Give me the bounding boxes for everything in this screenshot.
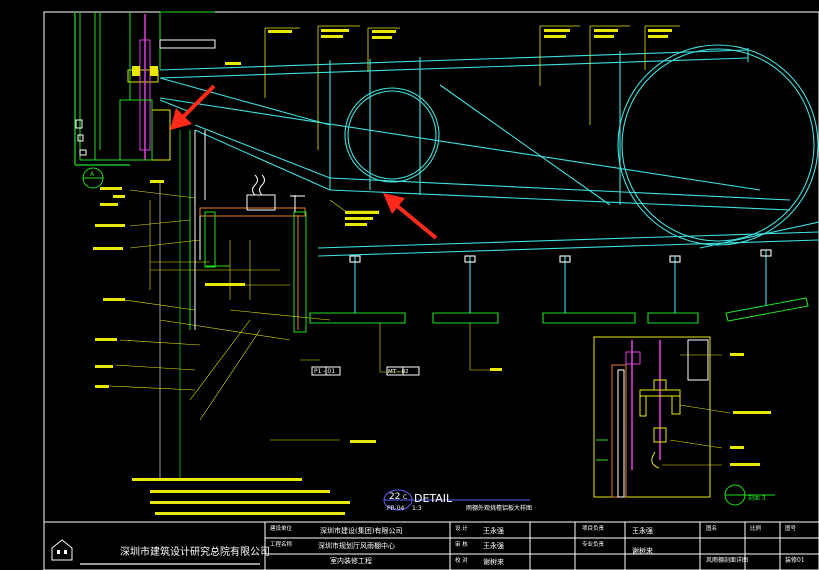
axis-marker-left: A (82, 167, 104, 189)
marker-mt-label: MT - 02 (388, 369, 409, 375)
label-drawing-title: 图名 (706, 524, 717, 532)
detail-title-text: DETAIL (414, 492, 453, 505)
title-block: 深圳市建筑设计研究总院有限公司 建设单位 深圳市建设(集团)有限公司 工程名称 … (44, 521, 819, 570)
detail-description: 雨棚外观挑檐铝板大样图 (466, 504, 532, 512)
red-arrow-lower (383, 193, 438, 240)
manager: 谢树来 (632, 546, 653, 555)
general-notes (132, 478, 350, 515)
label-design: 设 计 (455, 524, 468, 532)
roof-truss (159, 44, 819, 257)
detail-scale: 1:3 (412, 505, 422, 512)
marker-mt: MT - 02 (386, 366, 420, 376)
section-mark: 剖面 3 (724, 484, 775, 506)
cad-drawing: A P1 - 01 MT - 02 剖面 3 22 C DETAIL PR-04… (43, 11, 819, 570)
marker-note (490, 368, 502, 371)
detail-number: 22 (389, 492, 400, 502)
leader-canopy-note (329, 199, 380, 212)
ceiling-panels (309, 249, 809, 324)
annotation-text-top (225, 29, 672, 65)
label-client: 建设单位 (270, 524, 293, 532)
label-discipline: 专业负责 (582, 540, 605, 548)
inset-annotation-text (730, 353, 771, 466)
canopy-edge-panel (159, 130, 307, 480)
leader-annotations-top (264, 25, 680, 150)
section-mark-label: 剖面 3 (748, 494, 766, 502)
approver: 王永强 (632, 526, 653, 535)
drawing-title: 风雨棚剖面详图 (706, 556, 748, 564)
inset-detail (593, 336, 731, 498)
label-project: 工程名称 (270, 540, 293, 548)
client-name: 深圳市建设(集团)有限公司 (320, 526, 402, 535)
left-annotation-text (93, 180, 379, 443)
company-logo (51, 539, 73, 561)
detail-title: 22 C DETAIL PR-04 1:3 雨棚外观挑檐铝板大样图 (383, 489, 532, 512)
checker: 王永强 (483, 541, 504, 550)
marker-p1-label: P1 - 01 (314, 368, 335, 375)
label-proof: 校 对 (455, 556, 468, 564)
label-review: 审 核 (455, 540, 468, 548)
marker-p1: P1 - 01 (311, 366, 341, 376)
left-wall (74, 12, 130, 166)
red-arrow-upper (170, 84, 216, 130)
detail-suffix: C (403, 494, 407, 501)
label-drawing-no: 图号 (785, 524, 797, 532)
company-name: 深圳市建筑设计研究总院有限公司 (120, 545, 270, 558)
steel-connection-top (119, 11, 216, 161)
drawing-number: 装修01 (785, 556, 805, 564)
project-subtitle: 室内装修工程 (330, 556, 372, 565)
svg-text:A: A (90, 171, 95, 178)
label-pm: 项目负责 (582, 524, 605, 532)
marker-leaders (300, 323, 495, 373)
reviewer: 谢树来 (483, 557, 504, 566)
detail-sheet-ref: PR-04 (387, 505, 405, 512)
project-name: 深圳市规划厅风雨棚中心 (318, 541, 395, 550)
label-scale: 比例 (750, 524, 762, 532)
designer: 王永强 (483, 526, 504, 535)
